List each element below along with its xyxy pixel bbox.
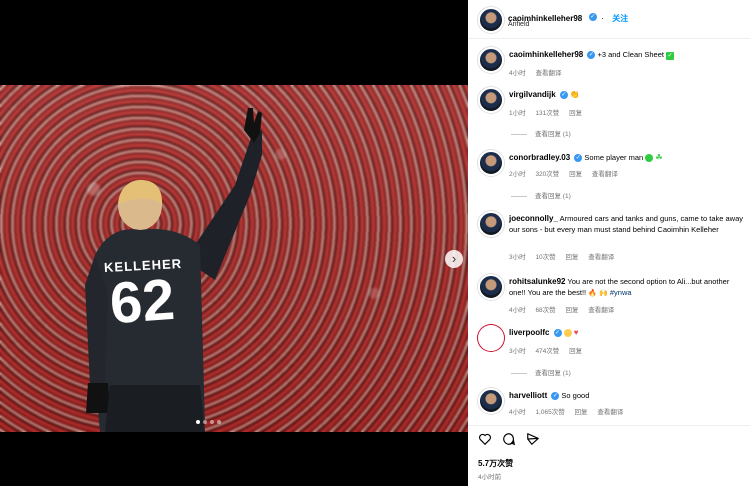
view-replies-link[interactable]: 查看回复 (1) <box>511 190 571 200</box>
reply-link[interactable]: 回复 <box>569 110 582 117</box>
comment-username[interactable]: harvelliott <box>509 391 547 400</box>
caption-text: +3 and Clean Sheet <box>597 50 664 59</box>
comment-username[interactable]: rohitsalunke92 <box>509 277 565 286</box>
reply-link[interactable]: 回复 <box>575 409 588 416</box>
comment-body: rohitsalunke92 You are not the second op… <box>509 276 744 299</box>
media-panel: KELLEHER 62 › <box>0 0 468 486</box>
verified-icon: ✓ <box>559 91 568 100</box>
comment-body: joeconnolly_ Armoured cars and tanks and… <box>509 213 744 235</box>
comment-likes[interactable]: 68次赞 <box>535 307 555 314</box>
share-icon[interactable] <box>526 432 540 446</box>
translate-link[interactable]: 查看翻译 <box>597 409 623 416</box>
carousel-dots <box>196 420 221 424</box>
raised-hands-icon: 🙌 <box>599 290 608 297</box>
next-image-button[interactable]: › <box>445 250 463 268</box>
comment-meta: 3小时 474次赞 回复 <box>509 345 590 355</box>
checkmark-emoji-icon: ✓ <box>666 52 675 60</box>
green-heart-icon <box>645 154 654 163</box>
comment-meta: 2小时 320次赞 回复 查看翻译 <box>509 168 626 178</box>
like-count[interactable]: 5.7万次赞 <box>478 458 513 469</box>
comment-time: 1小时 <box>509 110 526 117</box>
comment-username[interactable]: conorbradley.03 <box>509 153 570 162</box>
separator-dot: · <box>601 14 604 23</box>
comment-text: So good <box>561 391 590 400</box>
translate-link[interactable]: 查看翻译 <box>592 171 618 178</box>
comments-sidebar: caoimhinkelleher98 ✓ · 关注 Anfield caoimh… <box>468 0 750 486</box>
reply-link[interactable]: 回复 <box>565 254 578 261</box>
translate-link[interactable]: 查看翻译 <box>588 254 614 261</box>
caption-meta: 4小时 查看翻译 <box>509 67 569 77</box>
hashtag-link[interactable]: #ynwa <box>610 288 632 297</box>
red-heart-icon: ♥ <box>573 328 579 337</box>
comment-meta: 4小时 68次赞 回复 查看翻译 <box>509 304 622 314</box>
verified-icon: ✓ <box>551 392 560 401</box>
comment-time: 3小时 <box>509 254 526 261</box>
comment-icon[interactable] <box>502 432 516 446</box>
comment-username[interactable]: liverpoolfc <box>509 328 549 337</box>
carousel-dot <box>217 420 221 424</box>
caption-time: 4小时 <box>509 70 526 77</box>
clap-emoji-icon: 👏 <box>569 90 580 99</box>
location-link[interactable]: Anfield <box>508 21 529 28</box>
like-heart-icon[interactable] <box>478 432 492 446</box>
commenter-avatar[interactable] <box>478 325 504 351</box>
view-replies-link[interactable]: 查看回复 (1) <box>511 367 571 377</box>
caption-username[interactable]: caoimhinkelleher98 <box>509 50 583 59</box>
comment-likes[interactable]: 131次赞 <box>535 110 559 117</box>
divider <box>468 425 750 426</box>
post-photo[interactable]: KELLEHER 62 › <box>0 85 468 432</box>
comment-time: 4小时 <box>509 409 526 416</box>
follow-button[interactable]: 关注 <box>612 14 628 23</box>
comment-text: Some player man <box>584 153 644 162</box>
carousel-dot <box>203 420 207 424</box>
translate-link[interactable]: 查看翻译 <box>535 70 561 77</box>
comment-username[interactable]: joeconnolly_ <box>509 214 558 223</box>
carousel-dot <box>196 420 200 424</box>
comment-body: harvelliott ✓ So good <box>509 390 744 401</box>
commenter-avatar[interactable] <box>478 274 504 300</box>
post-time: 4小时前 <box>478 474 502 481</box>
comment-likes[interactable]: 1,065次赞 <box>535 409 564 416</box>
commenter-avatar[interactable] <box>478 87 504 113</box>
comment-username[interactable]: virgilvandijk <box>509 90 556 99</box>
comment-body: liverpoolfc ✓ ♥ <box>509 327 744 338</box>
comment-likes[interactable]: 474次赞 <box>535 348 559 355</box>
action-bar <box>478 432 540 446</box>
comment-time: 2小时 <box>509 171 526 178</box>
reply-link[interactable]: 回复 <box>569 171 582 178</box>
commenter-avatar[interactable] <box>478 211 504 237</box>
instagram-post-viewer: KELLEHER 62 › caoimhinkelleher98 ✓ · 关注 … <box>0 0 750 486</box>
commenter-avatar[interactable] <box>478 150 504 176</box>
verified-icon: ✓ <box>587 51 596 60</box>
caption-body: caoimhinkelleher98 ✓ +3 and Clean Sheet … <box>509 49 744 60</box>
fire-icon: 🔥 <box>588 290 597 297</box>
player-number: 62 <box>107 266 177 337</box>
comment-likes[interactable]: 320次赞 <box>535 171 559 178</box>
verified-icon: ✓ <box>553 329 562 338</box>
post-header: caoimhinkelleher98 ✓ · 关注 Anfield <box>468 0 750 39</box>
comment-time: 4小时 <box>509 307 526 314</box>
comment-meta: 4小时 1,065次赞 回复 查看翻译 <box>509 406 631 416</box>
shamrock-icon: ☘ <box>655 153 663 162</box>
author-avatar[interactable] <box>478 7 504 33</box>
carousel-dot <box>210 420 214 424</box>
translate-link[interactable]: 查看翻译 <box>588 307 614 314</box>
verified-icon: ✓ <box>588 12 597 21</box>
author-avatar[interactable] <box>478 47 504 73</box>
smile-emoji-icon <box>563 329 572 338</box>
verified-icon: ✓ <box>574 154 583 163</box>
goalkeeper-figure <box>85 108 262 432</box>
comment-time: 3小时 <box>509 348 526 355</box>
comment-body: conorbradley.03 ✓ Some player man ☘ <box>509 152 744 163</box>
comment-meta: 1小时 131次赞 回复 <box>509 107 590 117</box>
comment-likes[interactable]: 10次赞 <box>535 254 555 261</box>
commenter-avatar[interactable] <box>478 388 504 414</box>
comment-body: virgilvandijk ✓ 👏 <box>509 89 744 100</box>
view-replies-link[interactable]: 查看回复 (1) <box>511 128 571 138</box>
comment-meta: 3小时 10次赞 回复 查看翻译 <box>509 251 622 261</box>
reply-link[interactable]: 回复 <box>569 348 582 355</box>
reply-link[interactable]: 回复 <box>565 307 578 314</box>
